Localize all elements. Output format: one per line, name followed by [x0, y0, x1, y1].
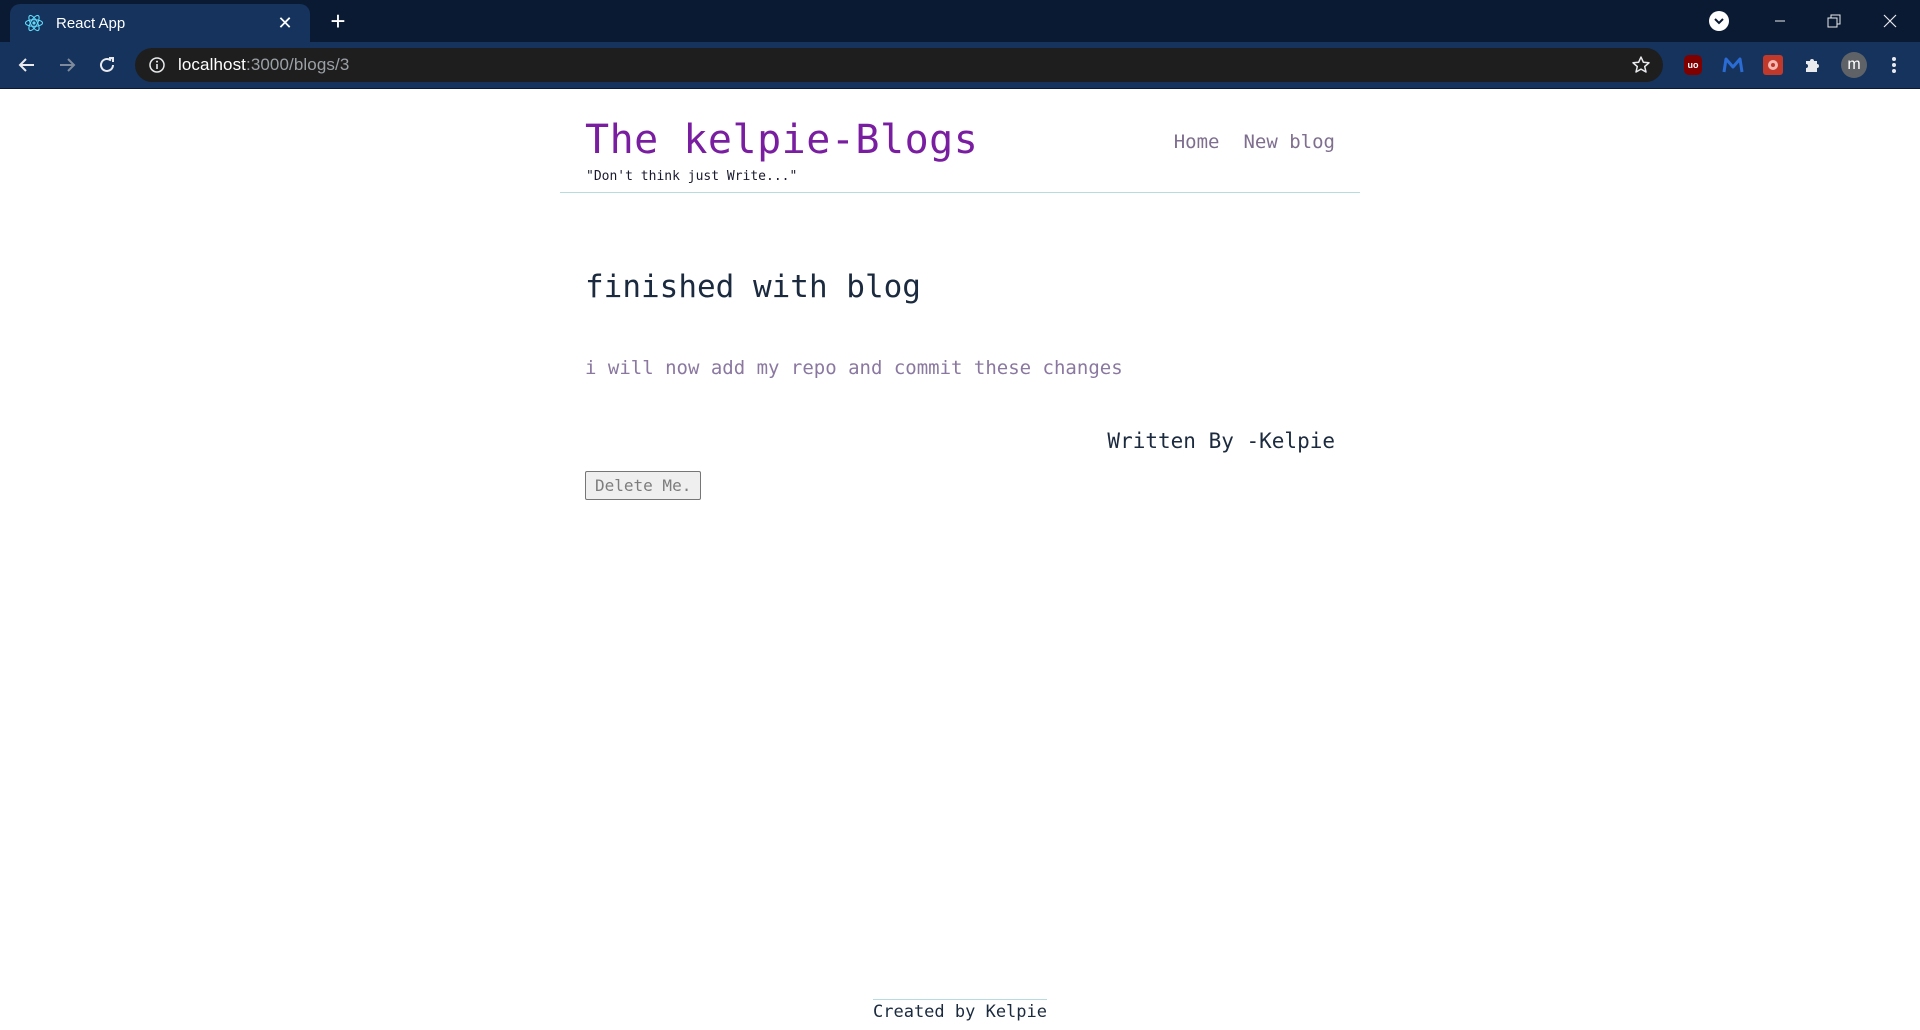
site-brand: The kelpie-Blogs [585, 117, 979, 163]
browser-toolbar: localhost:3000/blogs/3 uo m [0, 42, 1920, 88]
site-tagline: "Don't think just Write..." [586, 169, 798, 184]
back-icon[interactable] [13, 51, 41, 79]
puzzle-extensions-icon[interactable] [1801, 53, 1825, 77]
page-viewport: The kelpie-Blogs "Don't think just Write… [0, 89, 1920, 1030]
footer-text: Created by Kelpie [873, 999, 1047, 1022]
menu-kebab-icon[interactable] [1882, 53, 1906, 77]
restore-icon[interactable] [1814, 0, 1854, 42]
site-info-icon[interactable] [148, 56, 166, 74]
post-author: Written By -Kelpie [1107, 429, 1335, 453]
react-favicon-icon [24, 13, 44, 33]
browser-tab[interactable]: React App ✕ [10, 4, 310, 42]
post-title: finished with blog [585, 269, 921, 305]
tab-close-icon[interactable]: ✕ [274, 13, 296, 34]
close-window-icon[interactable] [1870, 0, 1910, 42]
address-bar[interactable]: localhost:3000/blogs/3 [135, 48, 1663, 82]
url-text: localhost:3000/blogs/3 [178, 55, 349, 75]
new-tab-icon[interactable]: + [324, 8, 352, 36]
reload-icon[interactable] [93, 51, 121, 79]
tab-search-icon[interactable] [1709, 11, 1729, 31]
bookmark-star-icon[interactable] [1631, 55, 1651, 75]
url-host: localhost [178, 55, 246, 74]
red-extension-icon[interactable] [1761, 53, 1785, 77]
ublock-origin-icon[interactable]: uo [1681, 53, 1705, 77]
forward-icon[interactable] [53, 51, 81, 79]
browser-tabstrip: React App ✕ + [0, 0, 1920, 42]
site-footer: Created by Kelpie [0, 999, 1920, 1022]
nav-links: Home New blog [1174, 131, 1335, 153]
profile-avatar[interactable]: m [1840, 51, 1868, 79]
malwarebytes-icon[interactable] [1721, 53, 1745, 77]
minimize-icon[interactable] [1760, 0, 1800, 42]
tab-title: React App [56, 14, 126, 32]
nav-home-link[interactable]: Home [1174, 131, 1220, 153]
delete-button[interactable]: Delete Me. [585, 471, 702, 500]
nav-new-blog-link[interactable]: New blog [1243, 131, 1335, 153]
blog-details: finished with blog i will now add my rep… [585, 269, 1335, 500]
post-body: i will now add my repo and commit these … [585, 357, 1123, 379]
site-navbar: The kelpie-Blogs "Don't think just Write… [560, 89, 1360, 193]
url-path: :3000/blogs/3 [246, 55, 350, 74]
avatar-initial: m [1841, 52, 1867, 78]
